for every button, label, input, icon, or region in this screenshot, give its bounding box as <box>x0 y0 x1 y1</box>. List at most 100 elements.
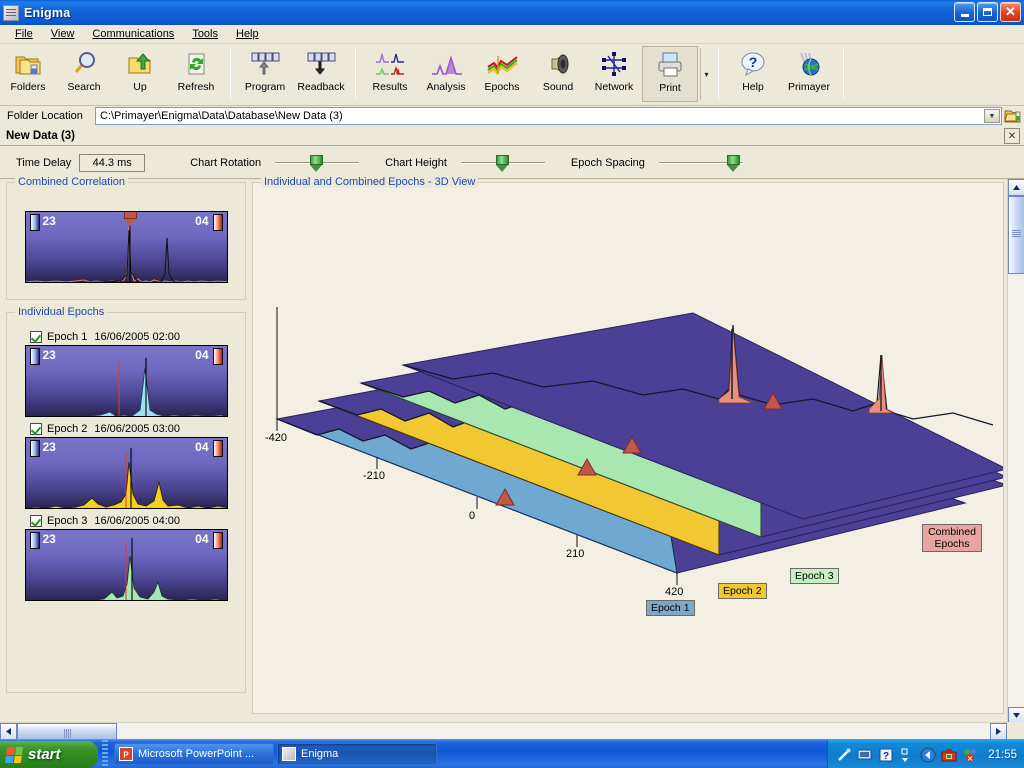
maximize-button[interactable] <box>977 2 998 22</box>
toolbar-button-analysis[interactable]: Analysis <box>418 46 474 102</box>
toolbar-button-search[interactable]: Search <box>56 46 112 102</box>
menu-tools[interactable]: Tools <box>183 26 227 42</box>
horizontal-scroll-thumb[interactable] <box>17 723 117 740</box>
epoch-2-date: 16/06/2005 03:00 <box>94 423 181 435</box>
folder-location-input[interactable]: C:\Primayer\Enigma\Data\Database\New Dat… <box>95 107 1002 125</box>
left-gradient-bar <box>29 440 40 457</box>
scroll-up-button[interactable] <box>1008 179 1024 196</box>
open-folder-icon <box>1004 110 1021 122</box>
refresh-icon <box>180 50 212 80</box>
epochs-waves-icon <box>486 50 518 80</box>
epoch-1-name: Epoch 1 <box>47 331 88 343</box>
network-alert-icon[interactable]: ✕ <box>962 747 978 763</box>
toolbar-button-readback[interactable]: Readback <box>293 46 349 102</box>
taskbar-item-enigma[interactable]: Enigma <box>277 743 437 765</box>
legend-tag-epoch-1[interactable]: Epoch 1 <box>646 600 695 616</box>
chart-rotation-thumb[interactable] <box>310 154 324 172</box>
scroll-left-button[interactable] <box>0 723 17 740</box>
epoch-row-2: Epoch 2 16/06/2005 03:00 23 04 <box>14 423 238 509</box>
individual-epochs-group: Individual Epochs Epoch 1 16/06/2005 02:… <box>6 306 246 693</box>
epoch-spacing-slider[interactable] <box>658 154 743 172</box>
menu-file[interactable]: File <box>6 26 42 42</box>
legend-tag-epoch-3[interactable]: Epoch 3 <box>790 568 839 584</box>
axis-tick-0: 0 <box>469 510 476 522</box>
readback-download-icon <box>305 50 337 80</box>
vertical-scroll-thumb[interactable] <box>1008 196 1024 274</box>
toolbar-separator-2 <box>355 49 356 99</box>
toolbar-button-refresh[interactable]: Refresh <box>168 46 224 102</box>
epoch-1-header: Epoch 1 16/06/2005 02:00 <box>14 331 238 343</box>
chart-rotation-label: Chart Rotation <box>190 156 262 169</box>
toolbox-icon[interactable] <box>941 747 957 763</box>
legend-tag-epoch-2[interactable]: Epoch 2 <box>718 583 767 599</box>
open-folder-button[interactable] <box>1003 106 1024 126</box>
menu-file-label: File <box>15 28 33 40</box>
time-delay-value[interactable]: 44.3 ms <box>79 153 146 172</box>
toolbar-label-help: Help <box>742 81 764 93</box>
minimize-button[interactable] <box>954 2 975 22</box>
back-arrow-icon[interactable] <box>920 747 936 763</box>
toolbar-button-results[interactable]: Results <box>362 46 418 102</box>
toolbar-button-up[interactable]: Up <box>112 46 168 102</box>
epoch-3-header: Epoch 3 16/06/2005 04:00 <box>14 515 238 527</box>
menu-view[interactable]: View <box>42 26 84 42</box>
windows-logo-icon <box>4 746 24 763</box>
epoch-1-checkbox[interactable] <box>30 331 42 343</box>
epoch-2-chart[interactable]: 23 04 <box>24 437 228 509</box>
toolbar-label-sound: Sound <box>542 81 574 93</box>
epoch-3-checkbox[interactable] <box>30 515 42 527</box>
combined-correlation-chart[interactable]: 23 04 <box>24 211 228 283</box>
speaker-icon <box>542 50 574 80</box>
toolbar-button-epochs[interactable]: Epochs <box>474 46 530 102</box>
svg-text:?: ? <box>749 54 758 70</box>
chevron-icon[interactable] <box>899 747 915 763</box>
epoch-3-name: Epoch 3 <box>47 515 88 527</box>
magnifier-icon <box>68 50 100 80</box>
epoch-row-3: Epoch 3 16/06/2005 04:00 23 04 <box>14 515 238 601</box>
taskbar-label-powerpoint: Microsoft PowerPoint ... <box>138 748 255 760</box>
epoch-2-checkbox[interactable] <box>30 423 42 435</box>
start-label: start <box>28 746 61 763</box>
pen-icon[interactable] <box>836 747 852 763</box>
axis-tick--210: -210 <box>363 470 386 482</box>
toolbar-button-folders[interactable]: Folders <box>0 46 56 102</box>
toolbar-button-network[interactable]: Network <box>586 46 642 102</box>
epoch-3-date: 16/06/2005 04:00 <box>94 515 181 527</box>
toolbar-button-primayer[interactable]: Primayer <box>781 46 837 102</box>
epoch-spacing-thumb[interactable] <box>726 154 740 172</box>
chart-height-label: Chart Height <box>385 156 447 169</box>
menu-help[interactable]: Help <box>227 26 268 42</box>
epoch-3-chart[interactable]: 23 04 <box>24 529 228 601</box>
legend-tag-combined-epochs[interactable]: Combined Epochs <box>922 524 982 552</box>
left-code: 23 <box>42 348 56 362</box>
toolbar-button-print[interactable]: Print <box>642 46 698 102</box>
start-button[interactable]: start <box>0 741 98 768</box>
correlation-marker-icon[interactable] <box>123 212 137 226</box>
horizontal-scrollbar[interactable] <box>0 722 1007 740</box>
combined-epochs-line1: Combined <box>928 526 976 538</box>
chart-rotation-slider[interactable] <box>275 154 360 172</box>
help-icon[interactable]: ? <box>878 747 894 763</box>
left-column: Combined Correlation 23 04 Individual Ep… <box>6 176 246 693</box>
individual-epochs-title: Individual Epochs <box>15 306 108 318</box>
folder-location-bar: Folder Location C:\Primayer\Enigma\Data\… <box>0 106 1024 126</box>
plot3d-panel: Individual and Combined Epochs - 3D View <box>252 176 1004 714</box>
epoch-1-chart[interactable]: 23 04 <box>24 345 228 417</box>
menu-communications[interactable]: Communications <box>83 26 183 42</box>
right-gradient-bar <box>212 214 223 231</box>
chart-height-slider[interactable] <box>460 154 545 172</box>
close-button[interactable]: ✕ <box>1000 2 1021 22</box>
toolbar-button-sound[interactable]: Sound <box>530 46 586 102</box>
document-close-button[interactable]: ✕ <box>1004 128 1020 144</box>
toolbar-button-help[interactable]: ? Help <box>725 46 781 102</box>
taskbar-item-powerpoint[interactable]: P Microsoft PowerPoint ... <box>114 743 274 765</box>
chart-height-thumb[interactable] <box>495 154 509 172</box>
scroll-right-button[interactable] <box>990 723 1007 740</box>
vertical-scrollbar[interactable] <box>1007 179 1024 724</box>
globe-icon <box>793 50 825 80</box>
toolbar-button-program[interactable]: Program <box>237 46 293 102</box>
system-clock[interactable]: 21:55 <box>988 749 1017 761</box>
toolbar-overflow-button[interactable]: ▾ <box>700 48 712 100</box>
monitor-icon[interactable] <box>857 747 873 763</box>
chevron-down-icon[interactable]: ▼ <box>984 109 1000 123</box>
